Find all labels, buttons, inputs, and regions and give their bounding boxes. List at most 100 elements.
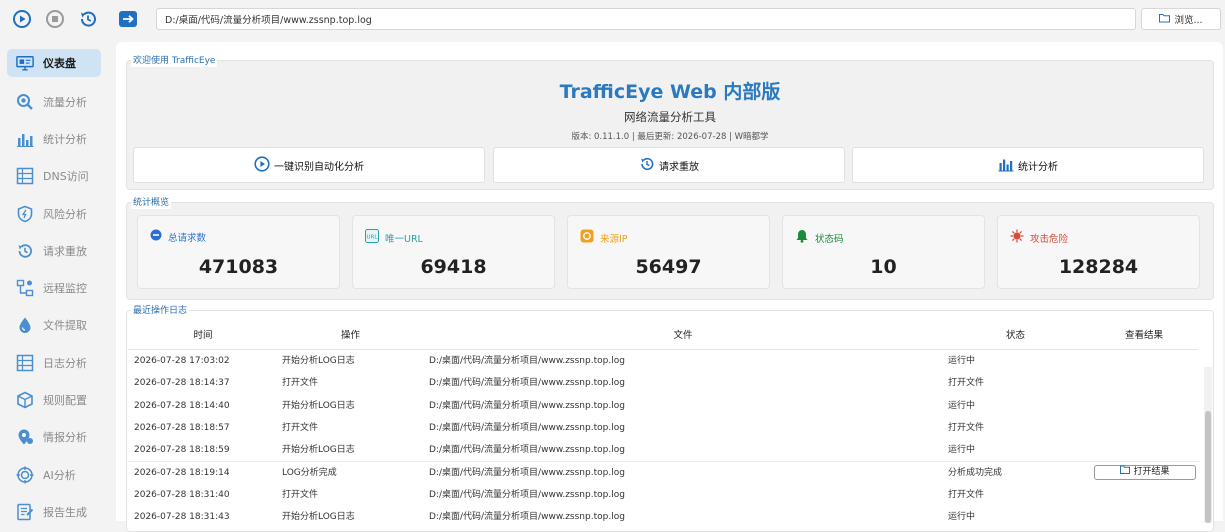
- url-icon: URL: [365, 229, 379, 246]
- sidebar-item-report[interactable]: 报告生成: [0, 493, 112, 530]
- stat-value: 471083: [198, 256, 279, 278]
- history-icon: [16, 242, 34, 260]
- play-icon[interactable]: [11, 8, 33, 30]
- cell-time: 2026-07-28 18:18:57: [134, 422, 230, 433]
- app-title: TrafficEye Web 内部版: [559, 81, 781, 103]
- log-group-title: 最近操作日志: [131, 305, 190, 317]
- bar-chart-icon: [998, 156, 1014, 175]
- table-row[interactable]: 2026-07-28 18:14:40 开始分析LOG日志 D:/桌面/代码/流量分…: [128, 394, 1200, 418]
- stats-group-title: 统计概览: [131, 197, 172, 209]
- play-circle-icon: [254, 155, 270, 175]
- cell-operation: 打开文件: [282, 489, 319, 500]
- sidebar-item-ai[interactable]: AI分析: [0, 456, 112, 493]
- cell-time: 2026-07-28 18:31:40: [134, 489, 230, 500]
- welcome-section: 欢迎使用 TrafficEye TrafficEye Web 内部版 网络流量分…: [126, 55, 1214, 190]
- cell-file: D:/桌面/代码/流量分析项目/www.zssnp.top.log: [429, 422, 625, 433]
- table-row[interactable]: 2026-07-28 18:14:37 打开文件 D:/桌面/代码/流量分析项目/w…: [128, 372, 1200, 396]
- recent-log-section: 最近操作日志 时间 操作 文件 状态 查看结果 2026-07-28 17:03…: [126, 305, 1214, 532]
- statistics-label: 统计分析: [1018, 161, 1058, 173]
- table-row[interactable]: 2026-07-28 17:03:02 开始分析LOG日志 D:/桌面/代码/流量分…: [128, 350, 1200, 374]
- circle-dash-icon: [150, 229, 162, 244]
- stop-icon[interactable]: [44, 8, 66, 30]
- cell-operation: 打开文件: [282, 422, 319, 433]
- log-table: 时间 操作 文件 状态 查看结果 2026-07-28 17:03:02 开始分析…: [128, 323, 1212, 523]
- sidebar-item-dns[interactable]: DNS访问: [0, 158, 112, 195]
- grid-icon: [16, 354, 34, 372]
- folder-icon: [1120, 465, 1131, 479]
- stat-card-total-requests: 总请求数 471083: [137, 215, 340, 289]
- stat-value: 69418: [420, 256, 487, 278]
- svg-text:URL: URL: [367, 235, 379, 241]
- cell-time: 2026-07-28 18:31:43: [134, 512, 230, 523]
- sidebar-item-log-analysis[interactable]: 日志分析: [0, 344, 112, 381]
- ip-icon: [580, 229, 594, 246]
- sidebar-item-replay[interactable]: 请求重放: [0, 232, 112, 269]
- export-icon[interactable]: [117, 8, 139, 30]
- sidebar-item-file-extract[interactable]: 文件提取: [0, 307, 112, 344]
- stat-card-status-codes: 状态码 10: [782, 215, 985, 289]
- sidebar-item-label: 规则配置: [43, 394, 87, 408]
- statistics-button[interactable]: 统计分析: [852, 147, 1204, 183]
- stat-card-source-ip: 来源IP 56497: [567, 215, 770, 289]
- cell-file: D:/桌面/代码/流量分析项目/www.zssnp.top.log: [429, 378, 625, 389]
- history-icon[interactable]: [77, 8, 99, 30]
- cell-time: 2026-07-28 18:14:40: [134, 400, 230, 411]
- browse-button[interactable]: 浏览...: [1141, 8, 1221, 30]
- cell-file: D:/桌面/代码/流量分析项目/www.zssnp.top.log: [429, 445, 625, 456]
- cell-status: 分析成功完成: [948, 467, 1003, 478]
- sidebar-item-remote-monitor[interactable]: 远程监控: [0, 269, 112, 306]
- sidebar-item-dashboard[interactable]: 仪表盘: [7, 49, 101, 77]
- sidebar-item-rules[interactable]: 规则配置: [0, 381, 112, 418]
- request-replay-button[interactable]: 请求重放: [493, 147, 845, 183]
- cube-icon: [16, 391, 34, 409]
- sidebar-item-label: 统计分析: [43, 132, 87, 146]
- request-replay-label: 请求重放: [659, 161, 699, 173]
- column-header-time[interactable]: 时间: [128, 323, 278, 349]
- network-icon: [16, 279, 34, 297]
- cell-status: 打开文件: [948, 489, 985, 500]
- column-header-status[interactable]: 状态: [943, 323, 1088, 349]
- auto-analysis-button[interactable]: 一键识别自动化分析: [133, 147, 485, 183]
- cell-operation: 开始分析LOG日志: [282, 400, 355, 411]
- cell-file: D:/桌面/代码/流量分析项目/www.zssnp.top.log: [429, 400, 625, 411]
- file-path-input[interactable]: [156, 8, 1136, 30]
- sidebar-item-statistics[interactable]: 统计分析: [0, 120, 112, 157]
- sidebar-item-label: AI分析: [43, 468, 76, 482]
- cell-time: 2026-07-28 18:18:59: [134, 445, 230, 456]
- scrollbar-thumb[interactable]: [1205, 411, 1211, 523]
- table-row[interactable]: 2026-07-28 18:18:57 打开文件 D:/桌面/代码/流量分析项目/w…: [128, 416, 1200, 441]
- target-icon: [16, 466, 34, 484]
- history-icon: [639, 156, 655, 175]
- table-row[interactable]: 2026-07-28 18:31:43 开始分析LOG日志 D:/桌面/代码/流量分…: [128, 506, 1200, 523]
- table-row[interactable]: 2026-07-28 18:31:40 打开文件 D:/桌面/代码/流量分析项目/w…: [128, 483, 1200, 508]
- sidebar-item-traffic-analysis[interactable]: 流量分析: [0, 83, 112, 120]
- vertical-scrollbar[interactable]: [1204, 367, 1212, 523]
- sidebar-item-intel[interactable]: 情报分析: [0, 419, 112, 456]
- stat-label: 唯一URL: [385, 233, 423, 245]
- version-info: 版本: 0.11.1.0 | 最后更新: 2026-07-28 | W暗都学: [571, 132, 769, 142]
- cell-file: D:/桌面/代码/流量分析项目/www.zssnp.top.log: [429, 467, 625, 478]
- stat-label: 攻击危险: [1030, 233, 1069, 245]
- table-row[interactable]: 2026-07-28 18:19:14 LOG分析完成 D:/桌面/代码/流量分析项…: [128, 461, 1200, 485]
- folder-icon: [1159, 13, 1171, 26]
- sidebar: 仪表盘 流量分析 统计分析 DNS访问 风险分析 请求重放 远程监控 文件提取 …: [0, 40, 112, 521]
- sidebar-item-label: 情报分析: [43, 431, 87, 445]
- magnifier-icon: [16, 93, 34, 111]
- table-header: 时间 操作 文件 状态 查看结果: [128, 323, 1198, 350]
- cell-operation: 打开文件: [282, 378, 319, 389]
- app-subtitle: 网络流量分析工具: [624, 110, 716, 124]
- open-result-button[interactable]: 打开结果: [1094, 464, 1196, 480]
- sidebar-item-label: 报告生成: [43, 505, 87, 519]
- shield-icon: [16, 205, 34, 223]
- virus-icon: [1010, 229, 1024, 246]
- column-header-result[interactable]: 查看结果: [1088, 323, 1200, 349]
- monitor-icon: [16, 54, 34, 72]
- cell-operation: 开始分析LOG日志: [282, 512, 355, 523]
- sidebar-item-risk[interactable]: 风险分析: [0, 195, 112, 232]
- column-header-file[interactable]: 文件: [423, 323, 943, 349]
- cell-file: D:/桌面/代码/流量分析项目/www.zssnp.top.log: [429, 356, 625, 366]
- table-row[interactable]: 2026-07-28 18:18:59 开始分析LOG日志 D:/桌面/代码/流量分…: [128, 439, 1200, 463]
- column-header-operation[interactable]: 操作: [278, 323, 423, 349]
- sidebar-item-label: 仪表盘: [43, 57, 76, 70]
- sidebar-item-label: 文件提取: [43, 319, 87, 333]
